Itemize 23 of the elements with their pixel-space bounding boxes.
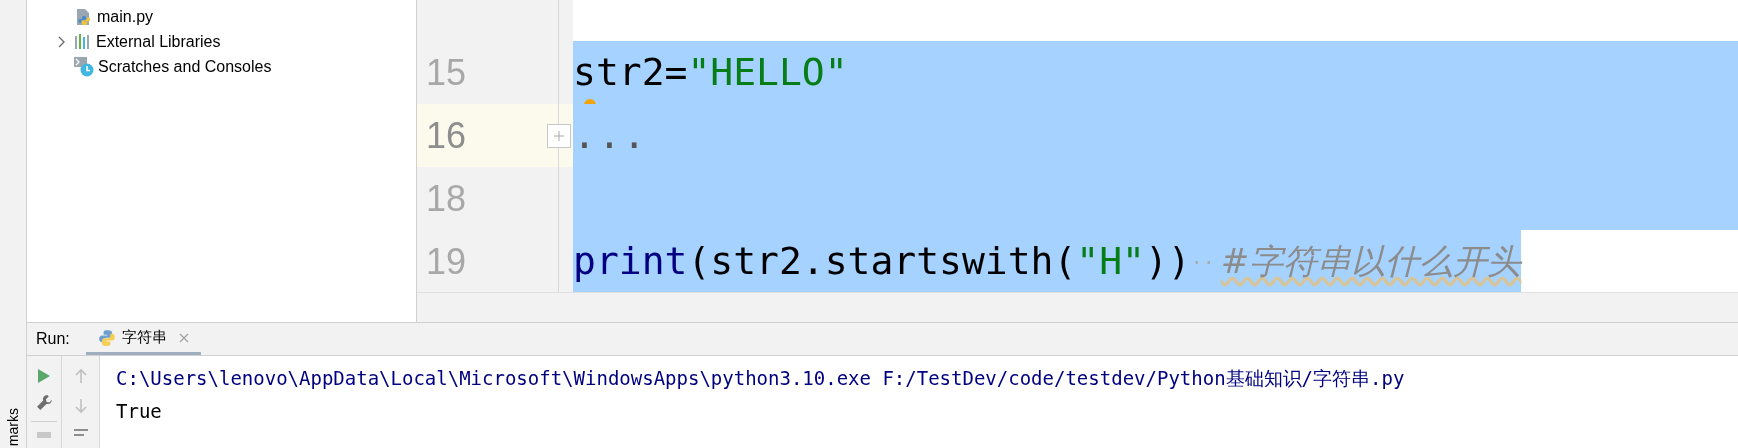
arrow-down-icon[interactable] [73, 398, 88, 414]
console-command: C:\Users\lenovo\AppData\Local\Microsoft\WindowsApps\python3.10.exe F:/TestDev/code/testdev/Python基础知识/字符串.py [116, 366, 1406, 391]
line-number: 15 [426, 50, 467, 95]
tree-item[interactable]: Scratches and Consoles [27, 54, 416, 79]
close-icon[interactable] [178, 332, 189, 343]
python-icon [97, 328, 116, 347]
tree-item[interactable]: External Libraries [27, 29, 416, 54]
soft-wrap-icon[interactable] [72, 428, 89, 438]
scratch-console-icon [74, 56, 94, 77]
line-number: 16 [426, 113, 467, 158]
python-file-icon [75, 7, 93, 26]
run-label: Run: [36, 329, 70, 349]
bookmarks-tab[interactable]: marks [6, 407, 20, 446]
run-icon[interactable] [37, 368, 51, 384]
tree-item[interactable]: main.py [27, 4, 416, 29]
console-output: True [116, 399, 163, 424]
line-number: 18 [426, 176, 467, 221]
wrench-icon[interactable] [35, 394, 53, 411]
chevron-right-icon[interactable] [56, 35, 66, 48]
line-number: 19 [426, 239, 467, 284]
library-icon [74, 33, 92, 50]
expand-fold-icon[interactable] [547, 124, 571, 148]
arrow-up-icon[interactable] [73, 368, 88, 384]
